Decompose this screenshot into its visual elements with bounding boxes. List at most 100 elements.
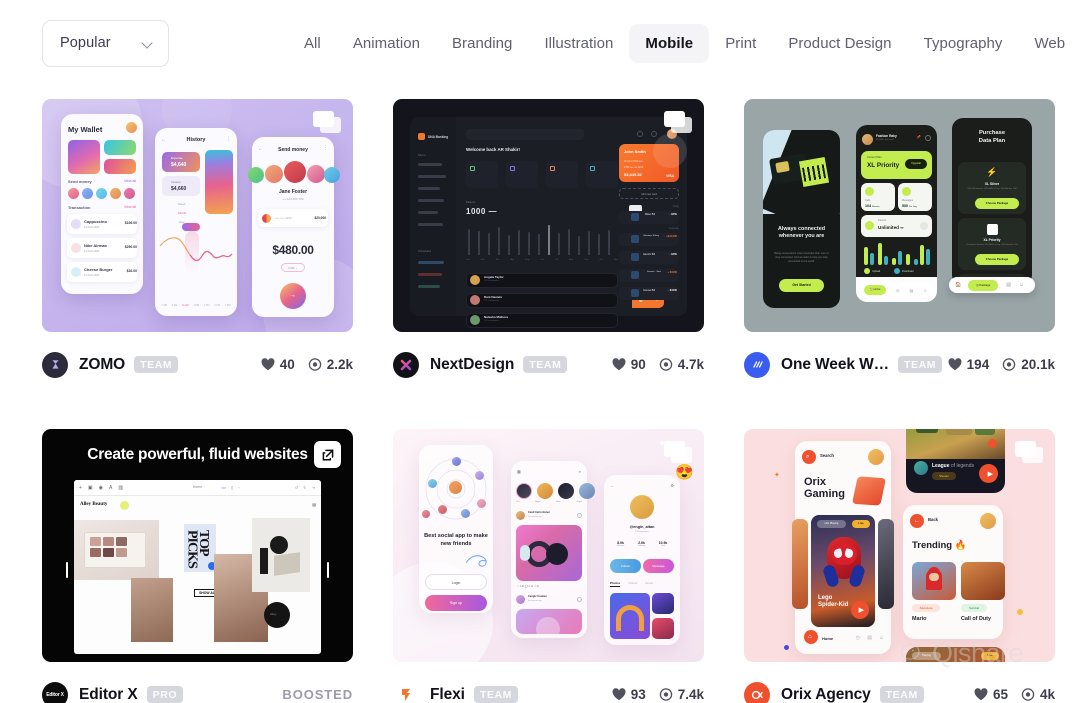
shot-stats: 90 4.7k (612, 357, 704, 372)
wallet-screen-home: My Wallet Send money View all Transactio… (61, 114, 143, 294)
oneweek-logo-icon (752, 361, 763, 368)
likes-count: 65 (992, 687, 1008, 702)
multi-shot-icon (664, 441, 692, 463)
multi-shot-icon (1015, 441, 1043, 463)
eye-icon (1002, 358, 1016, 371)
zomo-logo-icon (51, 360, 59, 369)
nextdesign-logo-icon (400, 359, 412, 370)
wallet-screen-history: ← History ⋮ Expense $4,640 Income $4,660… (155, 128, 237, 316)
tab-web[interactable]: Web (1018, 24, 1080, 63)
tab-illustration[interactable]: Illustration (528, 24, 629, 63)
shot-meta: NextDesign TEAM 90 4.7k (393, 342, 704, 387)
likes-stat[interactable]: 65 (974, 687, 1008, 702)
shot-thumbnail-gaming[interactable]: ✦ ⌕ Search Orix Gaming Lilis Playing Live (744, 429, 1055, 662)
shot-thumbnail-editorx[interactable]: Create powerful, fluid websites + ▣ ◉ A ▥ Ho… (42, 429, 353, 662)
avatar[interactable]: Editor X (42, 681, 68, 703)
tab-product-design[interactable]: Product Design (772, 24, 907, 63)
social-screen-feed: ▦ ⌕ You Engin Baris Ozgur Cavit Cetin Güner… (511, 461, 595, 638)
views-stat[interactable]: 4.7k (659, 357, 704, 372)
likes-count: 194 (966, 357, 990, 372)
avatar[interactable] (393, 351, 419, 378)
shot-thumbnail-social[interactable]: Best social app to make new friends Logi… (393, 429, 704, 662)
likes-stat[interactable]: 194 (948, 357, 990, 372)
avatar-label: Editor X (46, 691, 64, 698)
views-count: 20.1k (1021, 357, 1055, 372)
browser-mockup: + ▣ ◉ A ▥ Home ▭ ▯ ▫ ↺ ↻ ⇥ Alley Beauty ▤ (74, 480, 321, 654)
likes-count: 90 (630, 357, 646, 372)
shot-stats: 65 4k (974, 687, 1055, 702)
shot-card[interactable]: DNA Banking Menu Scheduled Welcome back … (393, 99, 704, 387)
shot-card[interactable]: My Wallet Send money View all Transactio… (42, 99, 353, 387)
avatar[interactable] (393, 682, 419, 703)
views-stat[interactable]: 7.4k (659, 687, 704, 702)
sort-dropdown-label: Popular (60, 35, 111, 51)
gaming-screen-trending: ← Back Trending 🔥 Adventure Mario Surviv… (903, 505, 1005, 639)
shot-card[interactable]: Best social app to make new friends Logi… (393, 429, 704, 703)
shot-author[interactable]: Editor X (79, 686, 138, 703)
gaming-card-lol: League of legends Shooter ▶ (906, 429, 1005, 493)
views-stat[interactable]: 4k (1021, 687, 1055, 702)
tab-mobile[interactable]: Mobile (629, 23, 710, 63)
likes-stat[interactable]: 90 (612, 357, 646, 372)
team-badge: TEAM (879, 686, 924, 703)
shot-thumbnail-wallet[interactable]: My Wallet Send money View all Transactio… (42, 99, 353, 332)
sort-dropdown[interactable]: Popular (42, 19, 169, 67)
wallet-screen-send: ← Send money ⋮ Jane Foster +1 123 456 78… (248, 137, 340, 317)
eye-icon (659, 688, 672, 701)
shot-card[interactable]: Always connected whenever you are Being … (744, 99, 1055, 387)
social-screen-profile: ← ⚙ @engin_altan Photographer 8.9k Follow… (604, 475, 680, 645)
shot-stats: 194 20.1k (948, 357, 1055, 372)
reaction-emoji-icon: 😍 (675, 464, 694, 481)
pro-badge: PRO (146, 686, 184, 703)
likes-count: 40 (279, 357, 295, 372)
multi-shot-icon (664, 111, 692, 133)
shot-author[interactable]: One Week W… (781, 356, 889, 374)
shot-thumbnail-telecom[interactable]: Always connected whenever you are Being … (744, 99, 1055, 332)
tab-print[interactable]: Print (709, 24, 772, 63)
tab-all[interactable]: All (288, 24, 337, 63)
chevron-down-icon (143, 38, 154, 49)
shot-author[interactable]: Orix Agency (781, 686, 871, 703)
heart-icon (974, 688, 988, 701)
orix-logo-icon (751, 690, 763, 699)
team-badge: TEAM (898, 356, 943, 373)
tab-branding[interactable]: Branding (436, 24, 528, 63)
views-stat[interactable]: 2.2k (308, 357, 353, 372)
shot-meta: Editor X Editor X PRO BOOSTED (42, 672, 353, 703)
telecom-screen-onboarding: Always connected whenever you are Being … (763, 130, 840, 308)
shot-author[interactable]: Flexi (430, 686, 465, 703)
tab-typography[interactable]: Typography (908, 24, 1019, 63)
avatar[interactable] (42, 351, 68, 378)
category-tabs: All Animation Branding Illustration Mobi… (288, 0, 1080, 86)
likes-stat[interactable]: 93 (612, 687, 646, 702)
shot-author[interactable]: ZOMO (79, 356, 125, 374)
team-badge: TEAM (473, 686, 518, 703)
team-badge: TEAM (134, 356, 179, 373)
external-link-icon[interactable] (314, 441, 341, 468)
eye-icon (1021, 688, 1035, 701)
avatar[interactable] (744, 681, 770, 703)
telecom-screen-purchase: Purchase Data Plan ⚡ XL Silver 100 GB Int… (952, 118, 1032, 286)
likes-stat[interactable]: 40 (261, 357, 295, 372)
gallery-page: Popular All Animation Branding Illustrat… (0, 0, 1080, 703)
views-count: 4k (1039, 687, 1055, 702)
boosted-label: BOOSTED (282, 687, 353, 702)
views-stat[interactable]: 20.1k (1002, 357, 1055, 372)
heart-icon (948, 358, 962, 371)
avatar[interactable] (744, 351, 770, 378)
shot-card[interactable]: Create powerful, fluid websites + ▣ ◉ A ▥ Ho… (42, 429, 353, 703)
social-screen-welcome: Best social app to make new friends Logi… (419, 445, 493, 613)
views-count: 7.4k (677, 687, 704, 702)
shot-meta: Orix Agency TEAM 65 4k (744, 672, 1055, 703)
shot-card[interactable]: ✦ ⌕ Search Orix Gaming Lilis Playing Live (744, 429, 1055, 703)
shot-thumbnail-dashboard[interactable]: DNA Banking Menu Scheduled Welcome back … (393, 99, 704, 332)
shot-meta: Flexi TEAM 93 7.4k (393, 672, 704, 703)
shot-grid: My Wallet Send money View all Transactio… (42, 99, 1056, 703)
tab-animation[interactable]: Animation (337, 24, 436, 63)
heart-icon (612, 688, 626, 701)
eye-icon (659, 358, 672, 371)
shot-author[interactable]: NextDesign (430, 356, 514, 374)
gaming-screen-home: ⌕ Search OrixGaming Lilis Playing Live (792, 441, 894, 654)
likes-count: 93 (630, 687, 646, 702)
ad-headline: Create powerful, fluid websites (87, 446, 308, 463)
